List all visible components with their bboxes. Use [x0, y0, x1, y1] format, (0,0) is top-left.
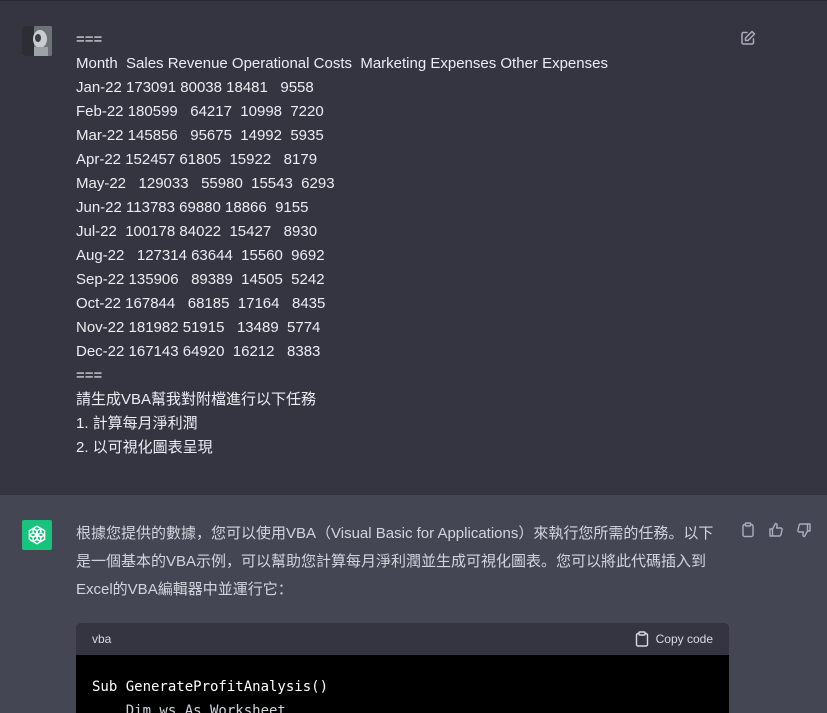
- user-message-line: Oct-22 167844 68185 17164 8435: [76, 295, 326, 312]
- clipboard-icon: [635, 631, 648, 647]
- user-avatar-image: [22, 26, 52, 56]
- assistant-avatar: [22, 520, 52, 550]
- code-language-label: vba: [92, 632, 112, 646]
- code-line: Dim ws As Worksheet: [92, 703, 286, 713]
- user-message-line: 請生成VBA幫我對附檔進行以下任務: [76, 391, 317, 408]
- copy-code-label: Copy code: [655, 632, 713, 646]
- user-message-line: ===: [76, 31, 103, 48]
- user-message-line: Apr-22 152457 61805 15922 8179: [76, 151, 318, 168]
- user-message-line: Dec-22 167143 64920 16212 8383: [76, 343, 321, 360]
- assistant-message-text: 根據您提供的數據，您可以使用VBA（Visual Basic for Appli…: [76, 525, 714, 598]
- user-message-line: 2. 以可視化圖表呈現: [76, 439, 213, 456]
- user-message-line: ===: [76, 367, 103, 384]
- code-block: vba Copy code Sub GenerateProfitAnalysis…: [76, 623, 729, 713]
- thumbs-down-icon[interactable]: [796, 522, 812, 538]
- clipboard-icon[interactable]: [740, 522, 756, 538]
- openai-logo-icon: [28, 525, 46, 545]
- user-message-line: Jul-22 100178 84022 15427 8930: [76, 223, 318, 240]
- code-block-header: vba Copy code: [76, 623, 729, 655]
- user-message-line: Jan-22 173091 80038 18481 9558: [76, 79, 314, 96]
- copy-code-button[interactable]: Copy code: [635, 631, 713, 647]
- user-message-line: May-22 129033 55980 15543 6293: [76, 175, 335, 192]
- user-message-line: Nov-22 181982 51915 13489 5774: [76, 319, 321, 336]
- code-line: Sub GenerateProfitAnalysis(): [92, 679, 329, 695]
- message-actions: [740, 522, 812, 538]
- user-message-line: Mar-22 145856 95675 14992 5935: [76, 127, 324, 144]
- user-avatar: [22, 26, 52, 56]
- user-message-line: Aug-22 127314 63644 15560 9692: [76, 247, 325, 264]
- user-message-text: === Month Sales Revenue Operational Cost…: [76, 28, 716, 460]
- edit-icon[interactable]: [740, 30, 756, 46]
- user-message-line: Feb-22 180599 64217 10998 7220: [76, 103, 324, 120]
- user-message-line: 1. 計算每月淨利潤: [76, 415, 198, 432]
- user-message-line: Month Sales Revenue Operational Costs Ma…: [76, 55, 608, 72]
- user-message-line: Sep-22 135906 89389 14505 5242: [76, 271, 325, 288]
- thumbs-up-icon[interactable]: [768, 522, 784, 538]
- user-message-line: Jun-22 113783 69880 18866 9155: [76, 199, 309, 216]
- code-content: Sub GenerateProfitAnalysis() Dim ws As W…: [76, 655, 729, 713]
